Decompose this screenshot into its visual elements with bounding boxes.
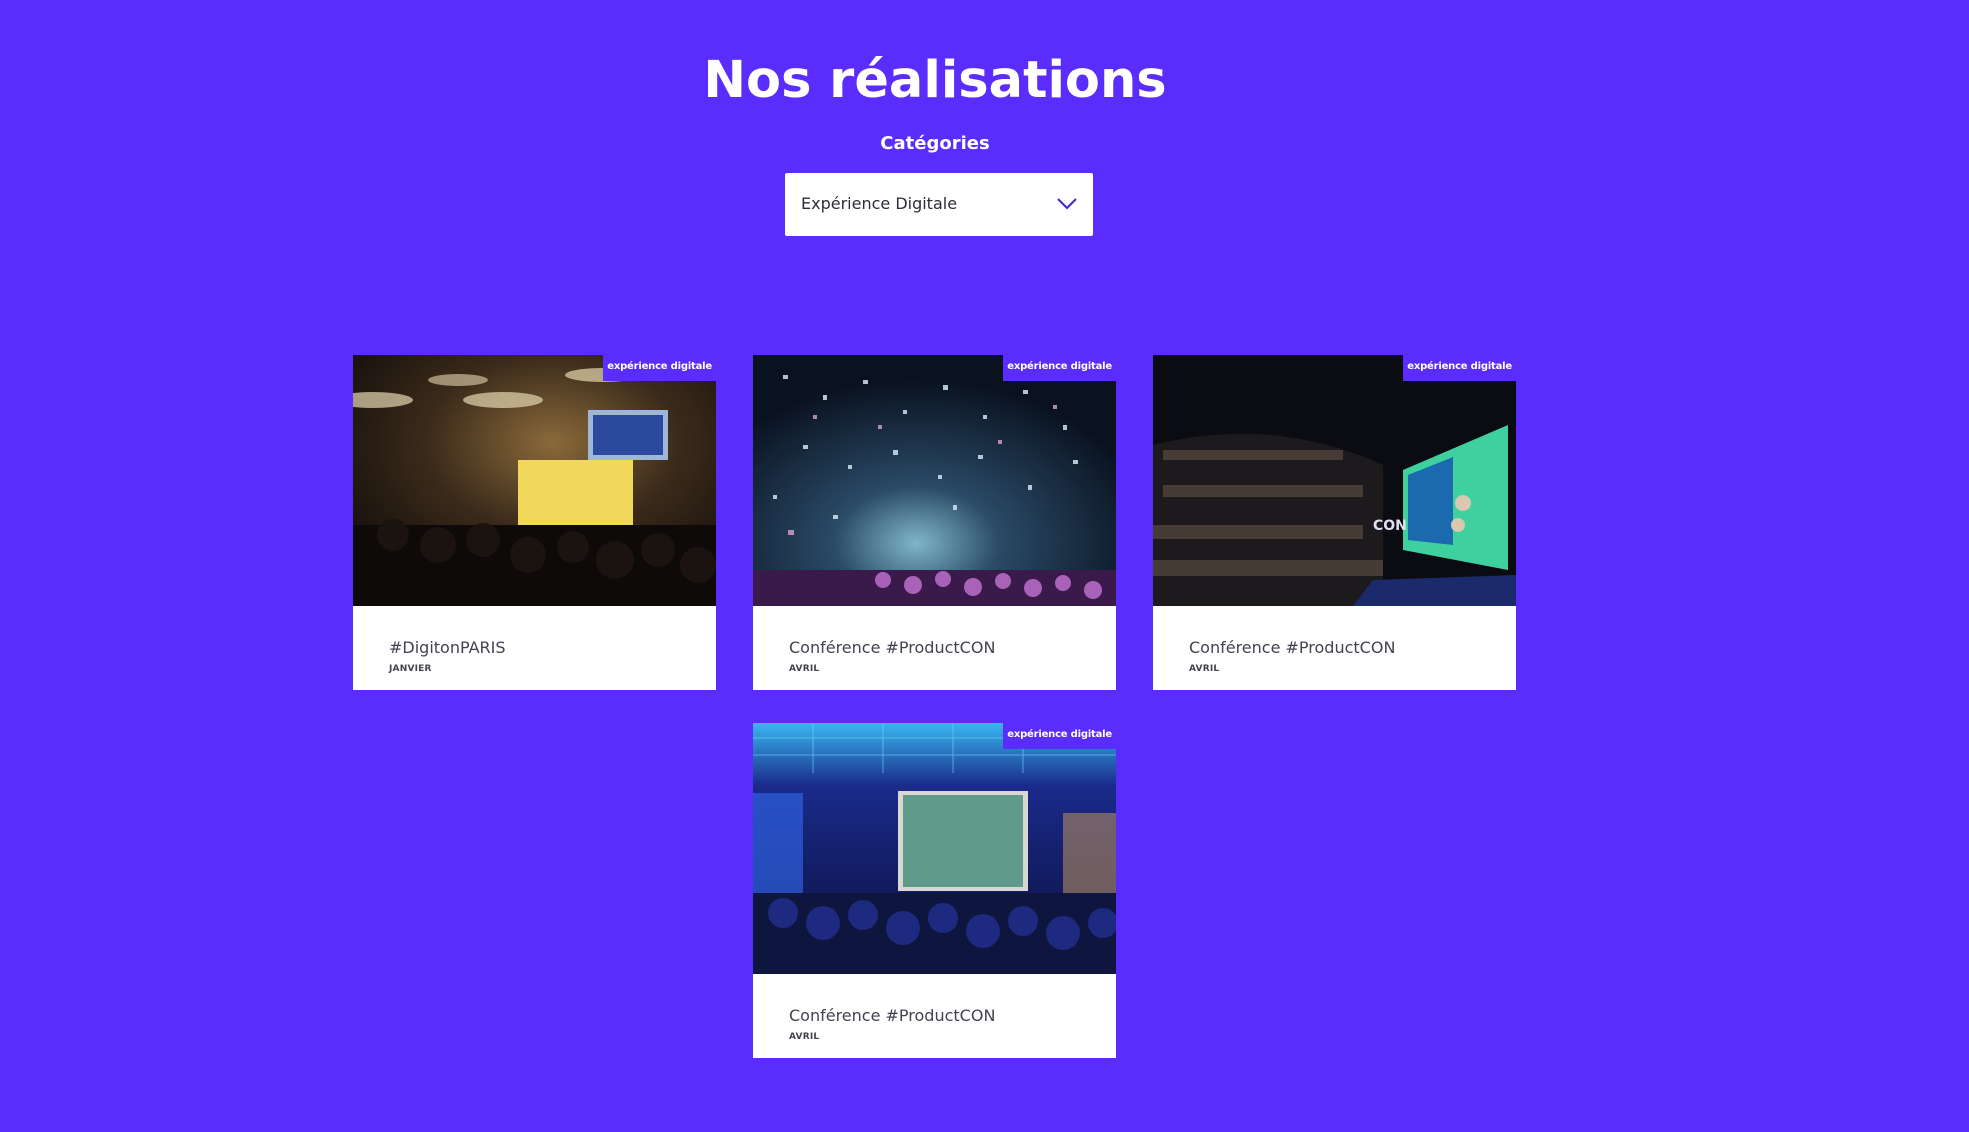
card-title: Conférence #ProductCON: [789, 638, 996, 657]
card-image: [753, 723, 1116, 974]
card-image: [353, 355, 716, 606]
card-title: Conférence #ProductCON: [1189, 638, 1396, 657]
card-image: [753, 355, 1116, 606]
project-card-digiton-paris[interactable]: expérience digitale #DigitonPARIS JANVIE…: [353, 355, 716, 690]
project-card-productcon-3[interactable]: expérience digitale Conférence #ProductC…: [753, 723, 1116, 1058]
chevron-down-icon: [1057, 198, 1077, 210]
card-date: AVRIL: [1189, 664, 1220, 674]
card-date: AVRIL: [789, 1032, 820, 1042]
card-title: Conférence #ProductCON: [789, 1006, 996, 1025]
card-category-badge: expérience digitale: [1003, 723, 1116, 749]
project-card-productcon-1[interactable]: expérience digitale Conférence #ProductC…: [753, 355, 1116, 690]
card-category-badge: expérience digitale: [1003, 355, 1116, 381]
card-category-badge: expérience digitale: [603, 355, 716, 381]
category-select-value: Expérience Digitale: [801, 194, 958, 213]
category-select[interactable]: Expérience Digitale: [785, 173, 1093, 236]
project-card-productcon-2[interactable]: CON expérience digitale Conférence #Prod…: [1153, 355, 1516, 690]
card-date: AVRIL: [789, 664, 820, 674]
card-title: #DigitonPARIS: [389, 638, 506, 657]
svg-text:CON: CON: [1373, 518, 1407, 534]
categories-label: Catégories: [880, 133, 990, 154]
card-category-badge: expérience digitale: [1403, 355, 1516, 381]
card-date: JANVIER: [389, 664, 432, 674]
card-image: CON: [1153, 355, 1516, 606]
page-title: Nos réalisations: [703, 51, 1167, 110]
